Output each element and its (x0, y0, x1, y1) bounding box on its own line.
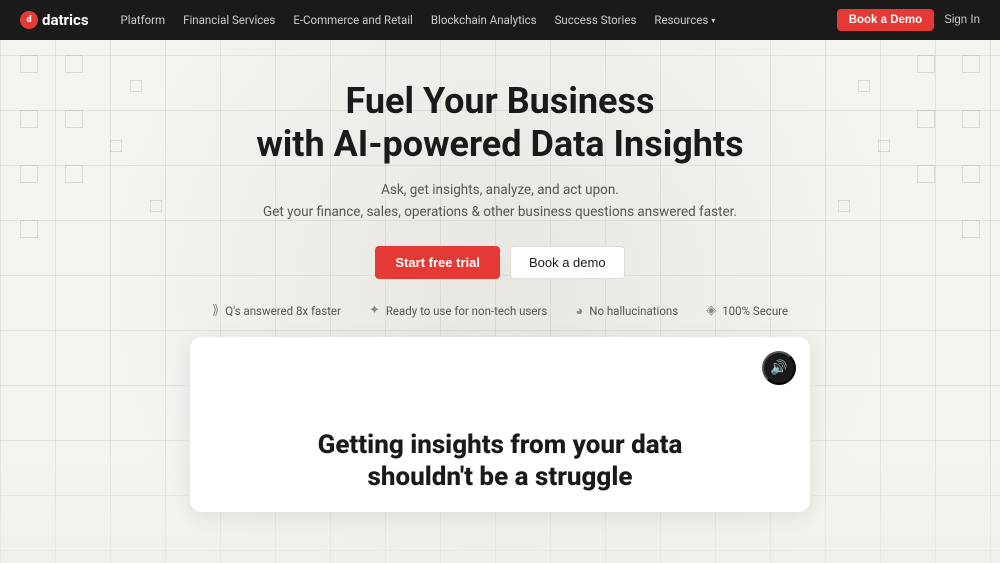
speed-icon: ⟫ (212, 303, 219, 318)
book-demo-button[interactable]: Book a Demo (837, 9, 935, 31)
hero-cta: Start free trial Book a demo (375, 246, 624, 279)
badge-secure: ◈ 100% Secure (706, 303, 788, 318)
shield-icon: ◈ (706, 303, 716, 318)
hero-section: Fuel Your Business with AI-powered Data … (0, 40, 1000, 319)
video-card-title: Getting insights from your data shouldn'… (190, 429, 810, 494)
badge-speed: ⟫ Q's answered 8x faster (212, 303, 341, 318)
non-tech-icon: ✦ (369, 303, 380, 318)
nav-link-blockchain[interactable]: Blockchain Analytics (431, 13, 537, 27)
start-trial-button[interactable]: Start free trial (375, 246, 500, 279)
nav-actions: Book a Demo Sign In (837, 9, 980, 31)
hero-title: Fuel Your Business with AI-powered Data … (256, 80, 743, 166)
badge-non-tech: ✦ Ready to use for non-tech users (369, 303, 547, 318)
chevron-down-icon: ▾ (711, 16, 715, 25)
badge-hallucination: ◕ No hallucinations (575, 303, 678, 319)
hero-subtitle: Ask, get insights, analyze, and act upon… (263, 180, 737, 223)
audio-button[interactable]: 🔊 (762, 351, 796, 385)
logo-icon: d (20, 11, 38, 29)
nav-links: Platform Financial Services E-Commerce a… (121, 13, 813, 27)
nav-link-financial[interactable]: Financial Services (183, 13, 275, 27)
video-section: 🔊 Getting insights from your data should… (0, 337, 1000, 512)
feature-badges: ⟫ Q's answered 8x faster ✦ Ready to use … (212, 303, 788, 319)
navbar: d datrics Platform Financial Services E-… (0, 0, 1000, 40)
hallucination-icon: ◕ (575, 303, 583, 319)
video-card: 🔊 Getting insights from your data should… (190, 337, 810, 512)
audio-icon: 🔊 (770, 359, 787, 376)
nav-link-resources[interactable]: Resources ▾ (654, 13, 715, 27)
logo-text: datrics (42, 11, 89, 29)
nav-link-platform[interactable]: Platform (121, 13, 166, 27)
book-demo-hero-button[interactable]: Book a demo (510, 246, 625, 279)
signin-button[interactable]: Sign In (944, 14, 980, 26)
nav-link-success[interactable]: Success Stories (555, 13, 637, 27)
nav-link-ecommerce[interactable]: E-Commerce and Retail (293, 13, 413, 27)
logo[interactable]: d datrics (20, 11, 89, 29)
